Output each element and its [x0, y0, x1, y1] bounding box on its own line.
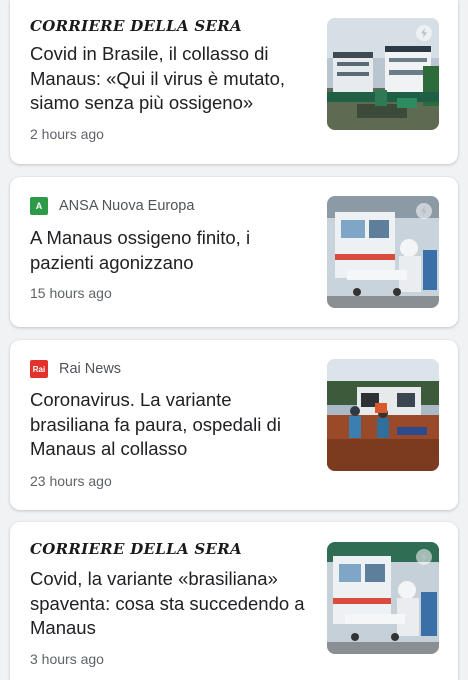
timestamp: 23 hours ago	[30, 473, 112, 489]
source-row: A ANSA Nuova Europa	[30, 196, 194, 216]
thumbnail-image[interactable]	[327, 542, 439, 654]
source-masthead: CORRIERE DELLA SERA	[30, 17, 242, 35]
thumbnail-image[interactable]	[327, 18, 439, 130]
source-name: ANSA Nuova Europa	[59, 198, 195, 214]
news-card[interactable]: Rai Rai News Coronavirus. La variante br…	[10, 340, 458, 510]
source-row: CORRIERE DELLA SERA	[30, 16, 242, 36]
ansa-logo-icon: A	[30, 197, 48, 215]
thumbnail-image[interactable]	[327, 196, 439, 308]
headline[interactable]: Covid, la variante «brasiliana» spaventa…	[30, 567, 312, 641]
headline[interactable]: Covid in Brasile, il collasso di Manaus:…	[30, 42, 312, 116]
rai-logo-icon: Rai	[30, 360, 48, 378]
timestamp: 3 hours ago	[30, 651, 104, 667]
source-name: Rai News	[59, 361, 122, 377]
news-feed: CORRIERE DELLA SERA Covid in Brasile, il…	[0, 0, 468, 680]
amp-lightning-icon	[416, 203, 432, 219]
source-row: Rai Rai News	[30, 359, 121, 379]
source-masthead: CORRIERE DELLA SERA	[30, 540, 242, 558]
news-card[interactable]: A ANSA Nuova Europa A Manaus ossigeno fi…	[10, 177, 458, 327]
headline[interactable]: Coronavirus. La variante brasiliana fa p…	[30, 388, 312, 462]
thumbnail-image[interactable]	[327, 359, 439, 471]
news-card[interactable]: CORRIERE DELLA SERA Covid in Brasile, il…	[10, 0, 458, 164]
timestamp: 15 hours ago	[30, 285, 112, 301]
amp-lightning-icon	[416, 549, 432, 565]
headline[interactable]: A Manaus ossigeno finito, i pazienti ago…	[30, 226, 312, 275]
amp-lightning-icon	[416, 25, 432, 41]
cemetery-photo	[327, 359, 439, 471]
source-row: CORRIERE DELLA SERA	[30, 539, 242, 559]
timestamp: 2 hours ago	[30, 126, 104, 142]
news-card[interactable]: CORRIERE DELLA SERA Covid, la variante «…	[10, 522, 458, 680]
